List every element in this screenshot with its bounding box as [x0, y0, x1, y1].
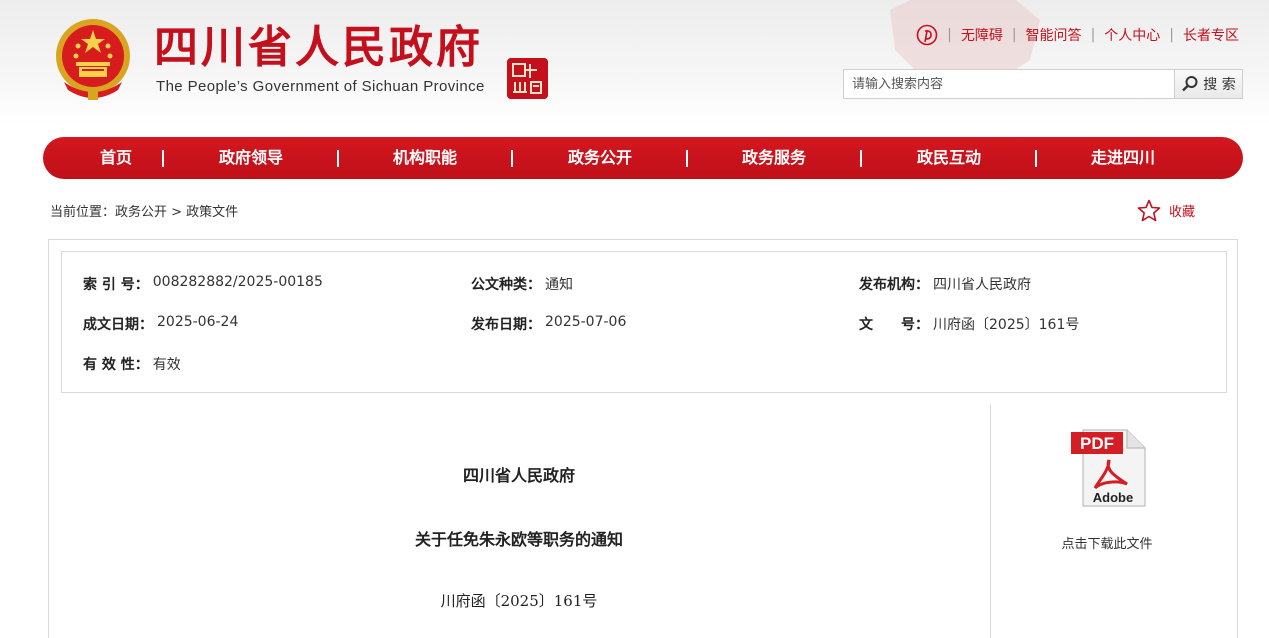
- meta-created-value: 2025-06-24: [157, 314, 239, 330]
- meta-docno-label: 文 号：: [859, 317, 929, 333]
- sichuan-seal-logo: [507, 58, 548, 99]
- top-link-personal-center[interactable]: 个人中心: [1104, 25, 1160, 45]
- meta-created-label: 成文日期：: [83, 317, 153, 333]
- nav-separator: [511, 150, 513, 167]
- meta-published-label: 发布日期：: [471, 317, 541, 333]
- pinterest-style-logo-icon[interactable]: [916, 24, 938, 46]
- download-file-link[interactable]: 点击下载此文件: [1007, 533, 1207, 552]
- nav-item-gov-affairs-open[interactable]: 政务公开: [568, 137, 632, 179]
- header: 四川省人民政府 The People’s Government of Sichu…: [0, 0, 1269, 125]
- nav-item-institutions[interactable]: 机构职能: [393, 137, 457, 179]
- favorite-button[interactable]: 收藏: [1137, 199, 1195, 222]
- meta-type-value: 通知: [545, 277, 573, 293]
- meta-validity-label: 有 效 性：: [83, 357, 149, 373]
- content-divider: [990, 404, 991, 638]
- pdf-label: PDF: [1080, 434, 1114, 453]
- nav-separator: [686, 150, 688, 167]
- favorite-label: 收藏: [1169, 205, 1196, 220]
- top-link-accessibility[interactable]: 无障碍: [961, 25, 1003, 45]
- nav-separator: [1035, 150, 1037, 167]
- meta-created: 成文日期： 2025-06-24: [83, 314, 238, 334]
- top-link-smart-qa[interactable]: 智能问答: [1026, 25, 1082, 45]
- nav-item-about-sichuan[interactable]: 走进四川: [1091, 137, 1155, 179]
- meta-index-label: 索 引 号：: [83, 277, 149, 293]
- document-meta: 索 引 号： 008282882/2025-00185 公文种类： 通知 发布机…: [61, 251, 1227, 393]
- breadcrumb: 当前位置：政务公开 > 政策文件: [50, 205, 239, 220]
- meta-issuer-label: 发布机构：: [859, 277, 929, 293]
- nav-item-interaction[interactable]: 政民互动: [917, 137, 981, 179]
- meta-issuer-value: 四川省人民政府: [933, 277, 1031, 293]
- site-subtitle: The People’s Government of Sichuan Provi…: [156, 78, 485, 95]
- meta-index-value: 008282882/2025-00185: [152, 274, 323, 290]
- star-icon: [1137, 199, 1161, 222]
- meta-validity: 有 效 性： 有效: [83, 354, 181, 374]
- nav-item-leaders[interactable]: 政府领导: [219, 137, 283, 179]
- top-link-separator: |: [947, 27, 952, 43]
- meta-docno-value: 川府函〔2025〕161号: [933, 317, 1080, 333]
- meta-index: 索 引 号： 008282882/2025-00185: [83, 274, 323, 294]
- meta-issuer: 发布机构： 四川省人民政府: [859, 274, 1031, 294]
- pdf-download-icon[interactable]: PDF Adobe: [1069, 426, 1151, 508]
- top-link-separator: |: [1011, 27, 1017, 43]
- adobe-label: Adobe: [1093, 490, 1133, 505]
- nav-separator: [860, 150, 862, 167]
- meta-published: 发布日期： 2025-07-06: [471, 314, 626, 334]
- search-input[interactable]: [844, 70, 1174, 98]
- search-button-label: 搜 索: [1203, 77, 1236, 93]
- document-number: 川府函〔2025〕161号: [440, 592, 598, 610]
- meta-published-value: 2025-07-06: [545, 314, 627, 330]
- nav-item-home[interactable]: 首页: [100, 137, 132, 179]
- nav-separator: [337, 150, 339, 167]
- top-link-elderly[interactable]: 长者专区: [1183, 25, 1239, 45]
- meta-type: 公文种类： 通知: [471, 274, 573, 294]
- national-emblem-icon: [56, 19, 130, 100]
- nav-item-gov-services[interactable]: 政务服务: [742, 137, 806, 179]
- site-title: 四川省人民政府: [154, 22, 483, 73]
- meta-docno: 文 号： 川府函〔2025〕161号: [859, 314, 1079, 334]
- meta-type-label: 公文种类：: [471, 277, 541, 293]
- search-box: 搜 索: [843, 69, 1243, 99]
- document-container: 索 引 号： 008282882/2025-00185 公文种类： 通知 发布机…: [48, 239, 1238, 638]
- search-icon: [1182, 76, 1198, 92]
- document-org: 四川省人民政府: [462, 466, 575, 485]
- nav-separator: [162, 150, 164, 167]
- meta-validity-value: 有效: [152, 357, 181, 373]
- search-button[interactable]: 搜 索: [1174, 70, 1242, 98]
- top-link-separator: |: [1090, 27, 1096, 43]
- document-title: 关于任免朱永欧等职务的通知: [414, 530, 623, 549]
- top-link-separator: |: [1169, 27, 1174, 43]
- top-links: | 无障碍 | 智能问答 | 个人中心 | 长者专区: [916, 24, 1239, 46]
- main-nav: 首页 政府领导 机构职能 政务公开 政务服务 政民互动 走进四川: [43, 137, 1243, 179]
